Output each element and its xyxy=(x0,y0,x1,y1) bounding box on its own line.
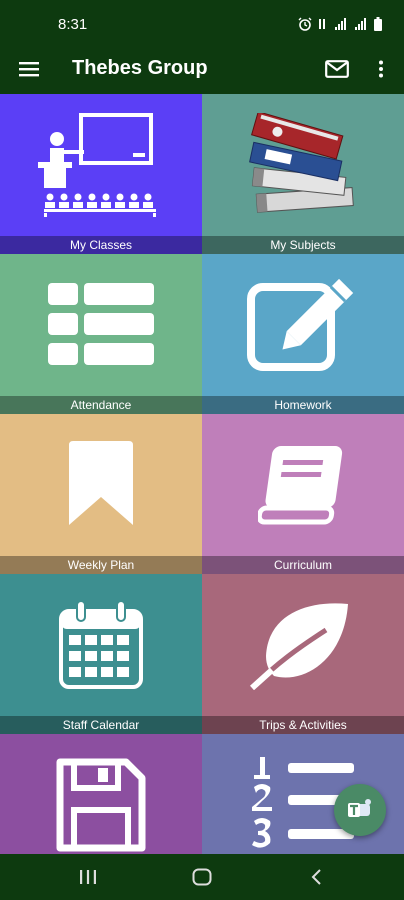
home-icon xyxy=(192,868,212,886)
book-icon xyxy=(202,414,404,556)
bookmark-icon xyxy=(0,414,202,556)
more-vertical-icon xyxy=(379,60,383,78)
module-grid: My Classes My Subjects Attendance Homewo… xyxy=(0,94,404,854)
classroom-icon xyxy=(0,94,202,236)
books-stack-icon xyxy=(202,94,404,236)
battery-icon xyxy=(374,17,382,31)
tile-attendance[interactable]: Attendance xyxy=(0,254,202,414)
tile-trips-activities[interactable]: Trips & Activities xyxy=(202,574,404,734)
tile-label: Curriculum xyxy=(202,556,404,574)
edit-square-icon xyxy=(202,254,404,396)
tile-label: Attendance xyxy=(0,396,202,414)
status-bar: 8:31 xyxy=(0,0,404,48)
menu-button[interactable] xyxy=(14,54,44,84)
tile-homework[interactable]: Homework xyxy=(202,254,404,414)
mail-icon xyxy=(325,60,349,78)
alarm-icon xyxy=(298,17,312,31)
leaf-icon xyxy=(202,574,404,716)
list-table-icon xyxy=(0,254,202,396)
system-nav-bar xyxy=(0,854,404,900)
recent-apps-icon xyxy=(80,870,96,884)
tile-label: My Subjects xyxy=(202,236,404,254)
home-button[interactable] xyxy=(182,862,222,892)
teams-icon xyxy=(348,799,371,817)
back-button[interactable] xyxy=(296,862,336,892)
wifi-calling-icon xyxy=(319,19,325,29)
tile-my-classes[interactable]: My Classes xyxy=(0,94,202,254)
back-icon xyxy=(311,869,321,885)
signal-icon-2 xyxy=(355,18,366,30)
teams-fab-button[interactable] xyxy=(334,784,386,836)
tile-label: Weekly Plan xyxy=(0,556,202,574)
tile-floppy[interactable] xyxy=(0,734,202,854)
floppy-disk-icon xyxy=(0,734,202,854)
app-bar: Thebes Group xyxy=(0,48,404,94)
more-options-button[interactable] xyxy=(366,54,396,84)
hamburger-icon xyxy=(19,62,39,77)
tile-label: My Classes xyxy=(0,236,202,254)
tile-label: Homework xyxy=(202,396,404,414)
tile-label: Trips & Activities xyxy=(202,716,404,734)
tile-staff-calendar[interactable]: Staff Calendar xyxy=(0,574,202,734)
app-title: Thebes Group xyxy=(72,57,208,79)
status-icons xyxy=(298,17,382,31)
tile-my-subjects[interactable]: My Subjects xyxy=(202,94,404,254)
tile-weekly-plan[interactable]: Weekly Plan xyxy=(0,414,202,574)
signal-icon xyxy=(335,18,346,30)
calendar-icon xyxy=(0,574,202,716)
messages-button[interactable] xyxy=(322,54,352,84)
status-time: 8:31 xyxy=(58,16,88,33)
tile-curriculum[interactable]: Curriculum xyxy=(202,414,404,574)
recent-apps-button[interactable] xyxy=(68,862,108,892)
tile-label: Staff Calendar xyxy=(0,716,202,734)
